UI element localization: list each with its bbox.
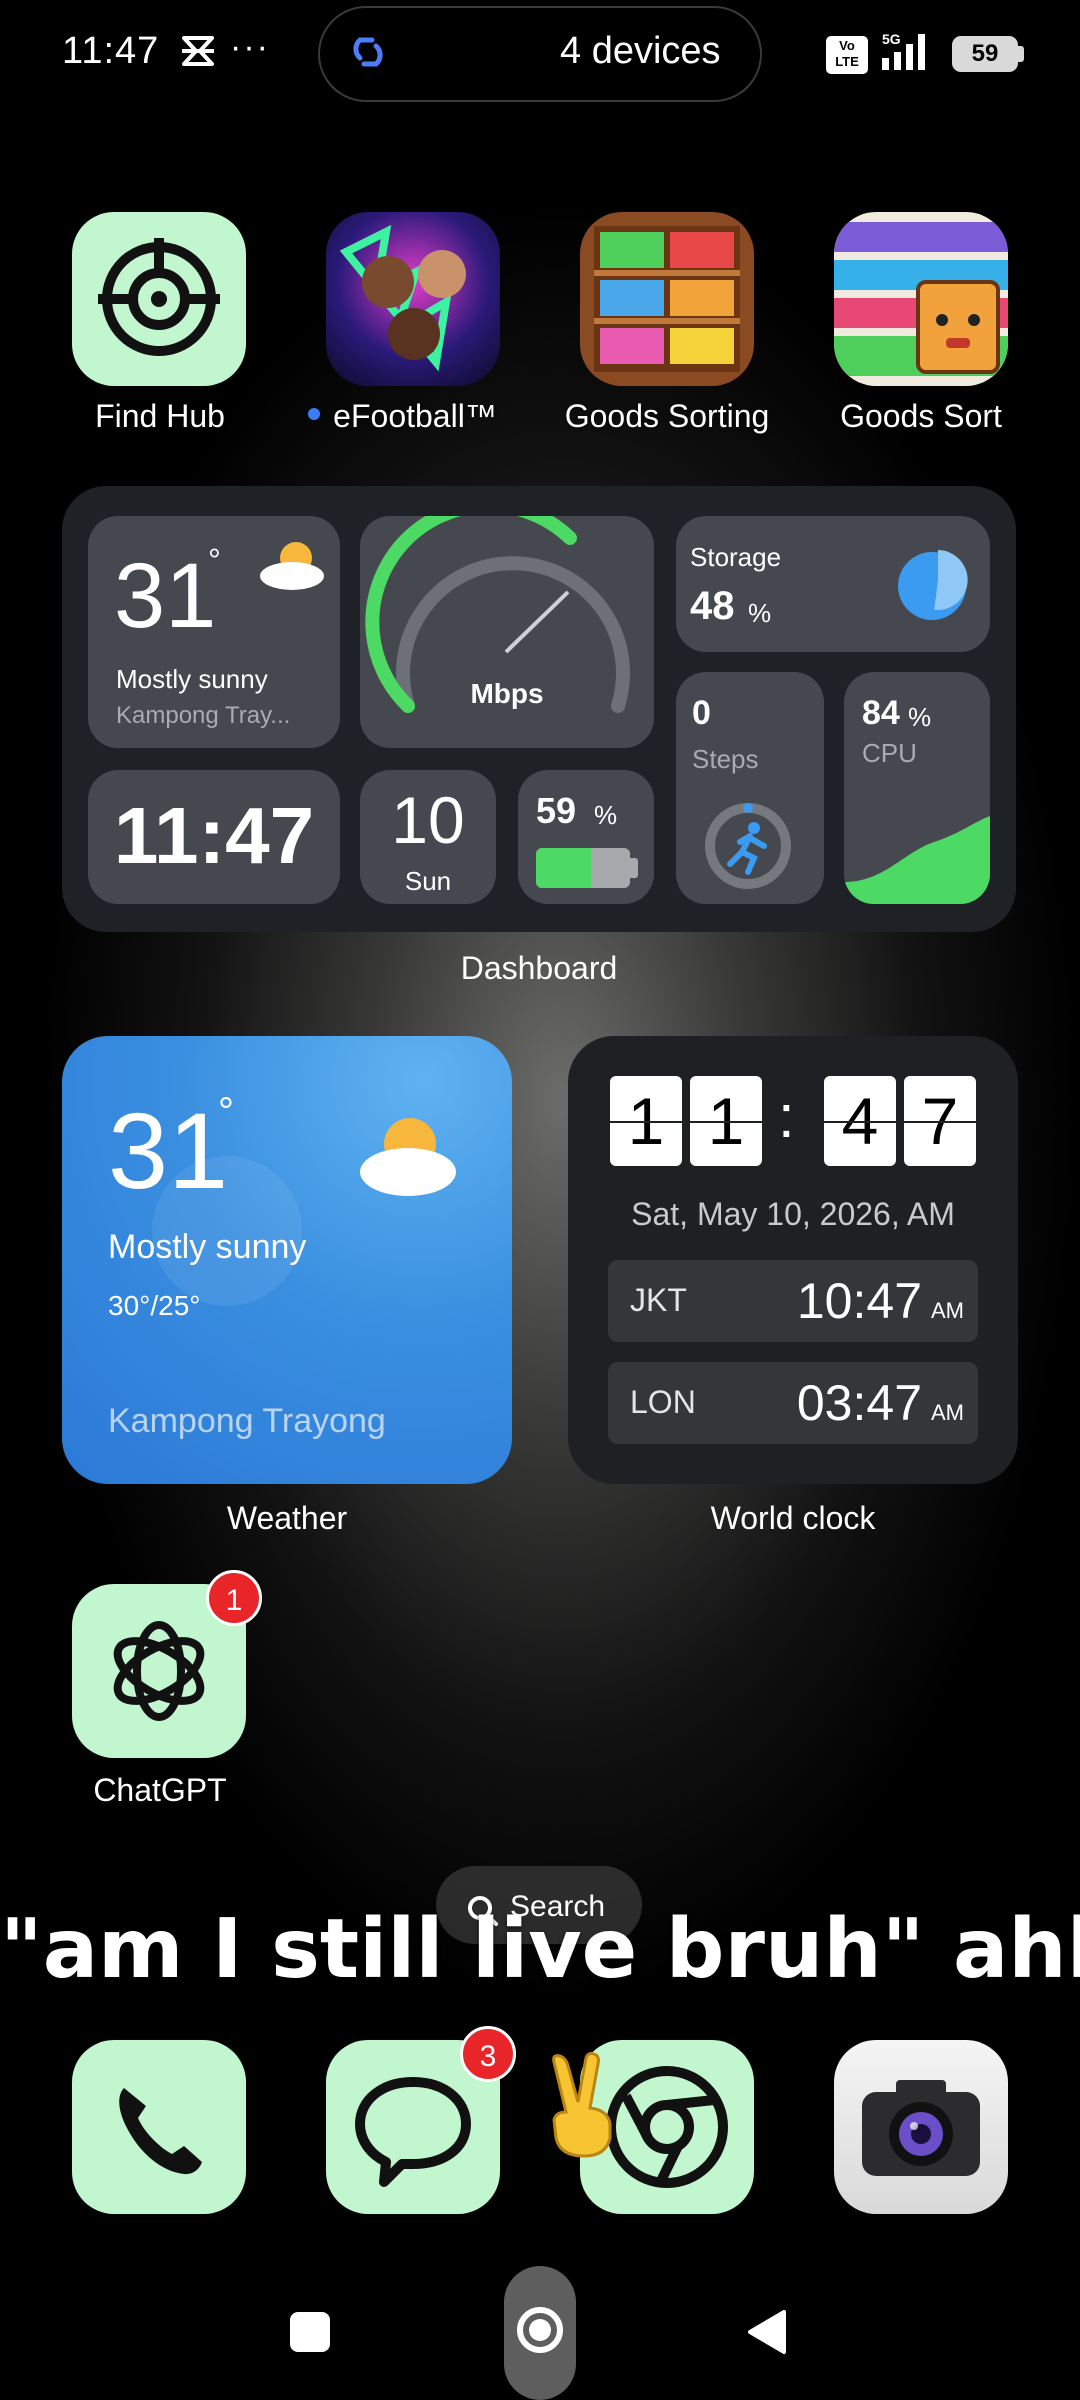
goods-sort-app[interactable] [834,212,1008,386]
steps-value: 0 [692,694,711,732]
battery-fill [536,848,592,888]
clock-digit: 4 [824,1076,896,1166]
network-type-text: 5G [882,31,901,47]
battery-unit: % [594,800,618,830]
weather-condition: Mostly sunny [108,1228,307,1266]
goods-sort-icon [834,222,1008,376]
recents-button[interactable] [290,2312,330,2352]
dash-cpu-tile[interactable]: 84 % CPU [844,672,990,904]
goods-sorting-icon [594,226,740,372]
tz-city: JKT [630,1282,687,1318]
chatgpt-badge: 1 [206,1570,262,1626]
messages-badge: 3 [460,2026,516,2082]
dash-storage-tile[interactable]: Storage 48 % [676,516,990,652]
notification-app-icon [182,36,214,66]
dash-steps-tile[interactable]: 0 Steps [676,672,824,904]
tz-city: LON [630,1384,696,1420]
dash-date-num: 10 [391,783,465,857]
clock-digit: 1 [690,1076,762,1166]
sun-cloud-icon [260,542,324,590]
speed-gauge [365,516,630,713]
more-notifications-icon: ··· [230,28,270,66]
dash-date-day: Sun [404,866,452,896]
dash-battery-tile[interactable]: 59 % [518,770,654,904]
status-time: 11:47 [62,30,160,72]
dash-weather-condition: Mostly sunny [116,664,268,694]
efootball-icon [339,224,466,372]
storage-pie-icon [898,550,968,620]
timezone-row-lon[interactable]: LON 03:47 AM [608,1362,978,1444]
world-clock-widget[interactable]: 1 1 : 4 7 Sat, May 10, 2026, AM JKT 10:4… [568,1036,1018,1484]
weather-widget[interactable]: 31 ° Mostly sunny 30°/25° Kampong Trayon… [62,1036,512,1484]
dashboard-widget[interactable]: 31 ° Mostly sunny Kampong Tray... Mbps S… [62,486,1016,932]
goods-sorting-app[interactable] [580,212,754,386]
goods-sort-label: Goods Sort [840,398,1002,434]
weather-degree: ° [218,1090,234,1134]
dash-speed-tile[interactable]: Mbps [360,516,654,748]
island-devices-text: 4 devices [560,30,721,72]
cpu-value: 84 [862,694,900,732]
tz-ampm: AM [931,1298,964,1323]
efootball-app[interactable] [326,212,500,386]
battery-tip-dash [630,858,638,878]
cpu-graph [844,816,990,904]
tz-time: 03:47 [796,1375,922,1431]
cpu-label: CPU [862,738,917,768]
dash-clock-time: 11:47 [113,791,315,880]
dash-weather-temp: 31 [114,545,217,647]
weather-temp: 31 [108,1090,229,1211]
goods-sorting-label: Goods Sorting [564,398,770,434]
weather-range: 30°/25° [108,1290,201,1321]
cpu-unit: % [908,702,932,732]
link-devices-icon [353,37,383,67]
find-hub-icon [98,238,220,356]
efootball-label: eFootball™ [333,398,497,434]
phone-app[interactable] [72,2040,246,2214]
dash-clock-tile[interactable]: 11:47 [88,770,340,904]
sun-cloud-icon [360,1118,456,1196]
battery-tip [1018,46,1024,62]
signal-icon: 5G [882,31,925,70]
storage-value: 48 [690,584,735,628]
home-button[interactable] [514,2304,566,2356]
phone-icon [119,2088,202,2175]
steps-label: Steps [692,744,759,774]
dashboard-label: Dashboard [460,950,618,986]
clock-colon: : [778,1083,795,1150]
find-hub-app[interactable] [72,212,246,386]
dash-date-tile[interactable]: 10 Sun [360,770,496,904]
victory-hand-sticker [552,2052,612,2158]
dash-weather-degree: ° [208,542,221,578]
running-icon [705,803,791,889]
volte-icon: Vo LTE [826,36,868,74]
battery-bar [536,848,630,888]
battery-indicator: 59 [952,36,1018,72]
find-hub-label: Find Hub [95,398,225,434]
tz-ampm: AM [931,1400,964,1425]
clock-digit: 7 [904,1076,976,1166]
storage-unit: % [748,598,772,628]
video-caption: "am I still live bruh" ahh [0,1902,1080,1997]
back-button[interactable] [744,2308,788,2356]
clock-date: Sat, May 10, 2026, AM [631,1196,955,1232]
weather-label: Weather [226,1500,348,1536]
speed-unit: Mbps [470,678,544,709]
timezone-row-jkt[interactable]: JKT 10:47 AM [608,1260,978,1342]
dash-weather-tile[interactable]: 31 ° Mostly sunny Kampong Tray... [88,516,340,748]
world-clock-label: World clock [710,1500,876,1536]
battery-value: 59 [536,790,577,831]
tz-time: 10:47 [796,1273,922,1329]
chatgpt-label: ChatGPT [93,1772,227,1808]
weather-location: Kampong Trayong [108,1402,386,1440]
dash-weather-location: Kampong Tray... [116,702,291,729]
storage-label: Storage [690,542,782,572]
camera-icon [862,2080,980,2176]
clock-digit: 1 [610,1076,682,1166]
camera-app[interactable] [834,2040,1008,2214]
